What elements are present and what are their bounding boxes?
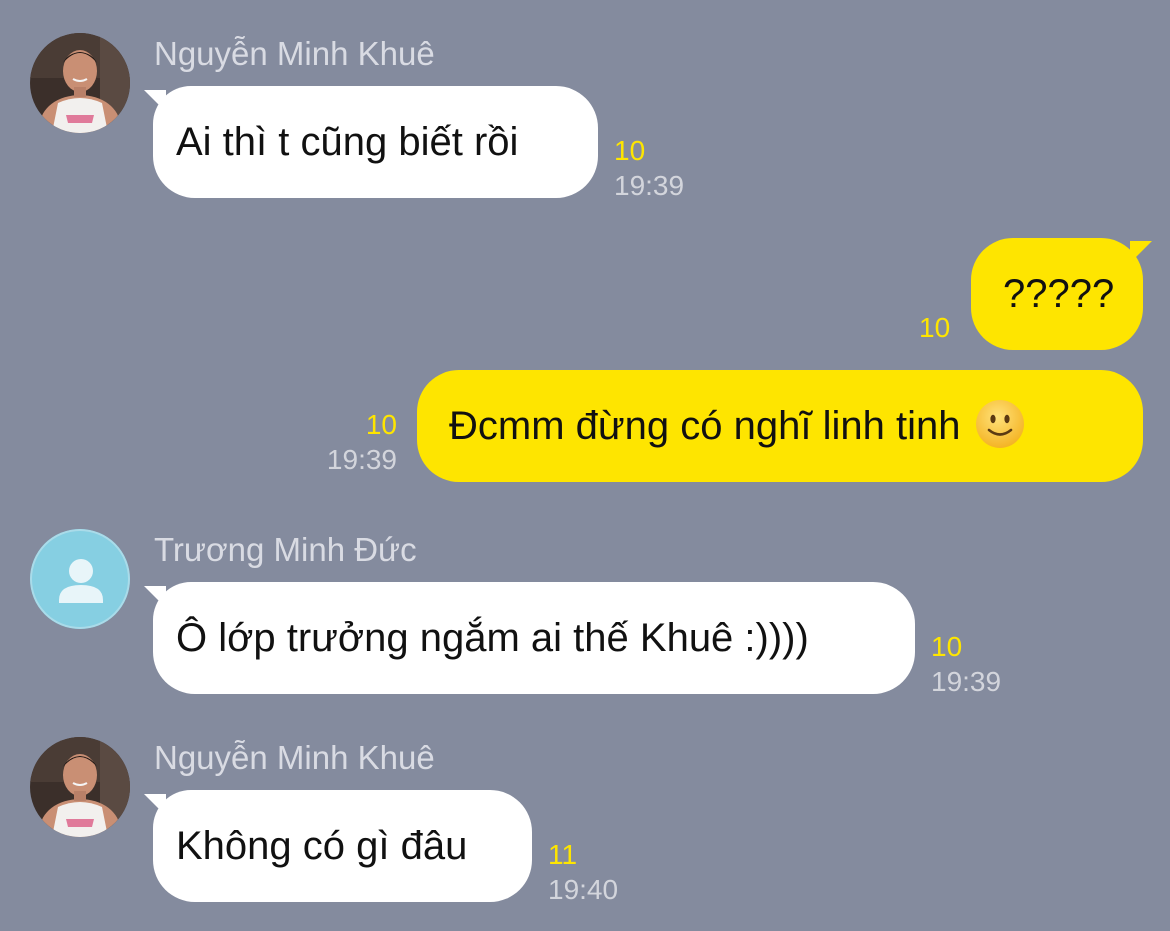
sender-name: Nguyễn Minh Khuê: [154, 739, 435, 776]
avatar[interactable]: [30, 33, 130, 133]
chat-room-message-list[interactable]: Nguyễn Minh Khuê Ai thì t cũng biết rồi …: [0, 0, 1170, 931]
unread-count: 10: [931, 631, 963, 662]
message-timestamp: 19:39: [614, 170, 685, 201]
unread-count: 10: [365, 409, 397, 440]
slightly-smiling-face-icon: [976, 400, 1025, 449]
message-bubble[interactable]: ?????: [971, 238, 1143, 350]
unread-count: 11: [548, 839, 578, 870]
sender-name: Trương Minh Đức: [154, 531, 417, 568]
sender-name: Nguyễn Minh Khuê: [154, 35, 435, 72]
default-person-icon: [30, 529, 130, 629]
avatar[interactable]: [30, 529, 130, 629]
message-timestamp: 19:39: [931, 666, 1002, 697]
message-bubble[interactable]: Ô lớp trưởng ngắm ai thế Khuê :)))): [153, 582, 915, 694]
message-bubble[interactable]: Ai thì t cũng biết rồi: [153, 86, 598, 198]
unread-count: 10: [919, 312, 951, 343]
message-timestamp: 19:39: [326, 444, 397, 475]
message-bubble[interactable]: Không có gì đâu: [153, 790, 532, 902]
unread-count: 10: [614, 135, 646, 166]
message-timestamp: 19:40: [548, 874, 619, 905]
profile-photo-icon: [30, 33, 130, 133]
message-text: Đcmm đừng có nghĩ linh tinh: [449, 404, 961, 448]
profile-photo-icon: [30, 737, 130, 837]
avatar[interactable]: [30, 737, 130, 837]
message-bubble[interactable]: Đcmm đừng có nghĩ linh tinh: [417, 370, 1143, 482]
